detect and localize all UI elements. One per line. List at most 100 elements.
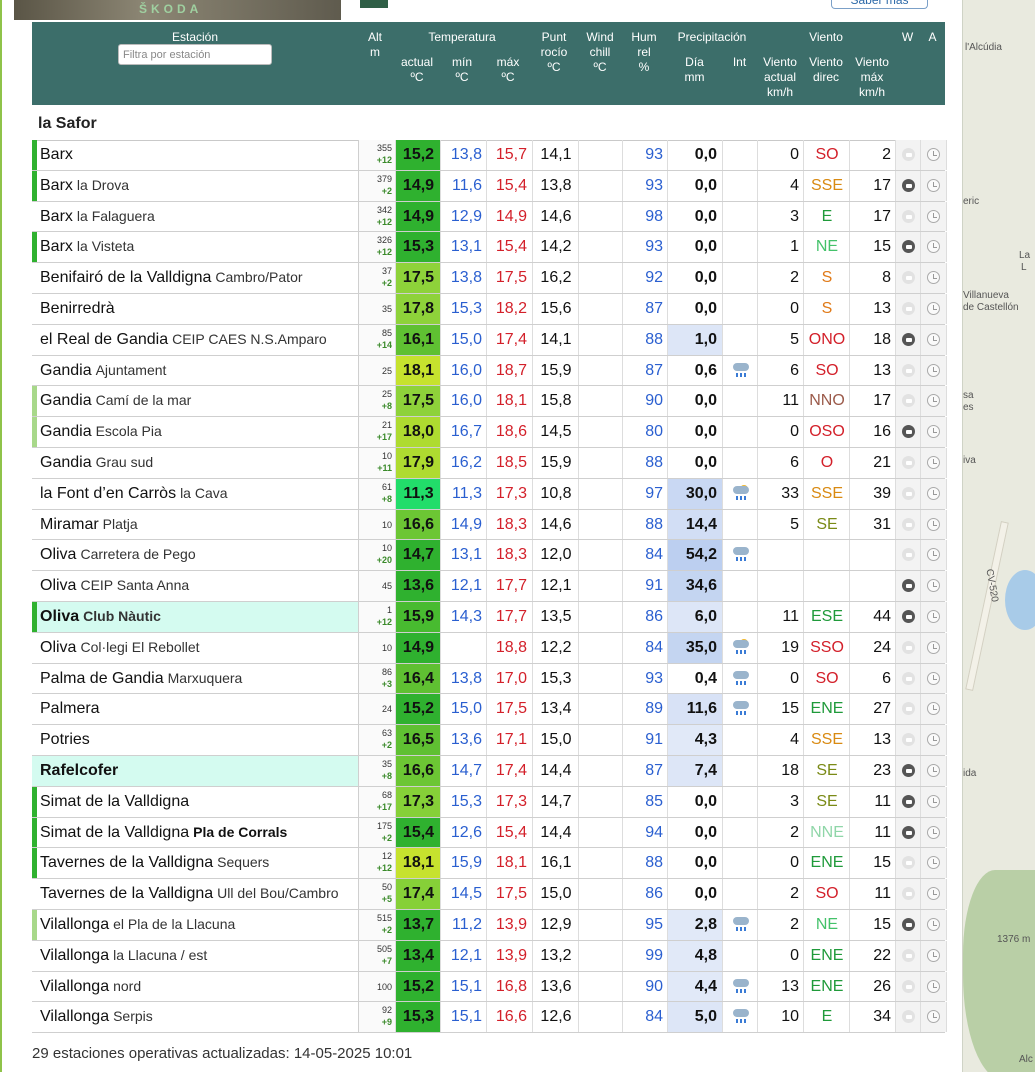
clock-icon[interactable]: [927, 178, 940, 192]
station-link[interactable]: Oliva Carretera de Pego: [40, 546, 196, 564]
station-cell[interactable]: Oliva Club Nàutic: [32, 601, 358, 632]
archive-cell[interactable]: [920, 632, 947, 663]
camera-icon[interactable]: [902, 301, 915, 315]
station-cell[interactable]: Rafelcofer: [32, 755, 358, 786]
table-row[interactable]: Barx la Drova 379 +2 14,9 11,6 15,4 13,8 93 0,0 4 S…: [32, 170, 947, 202]
station-cell[interactable]: Oliva Carretera de Pego: [32, 540, 358, 570]
station-link[interactable]: Gandia Ajuntament: [40, 362, 166, 380]
webcam-cell[interactable]: [895, 817, 921, 848]
archive-cell[interactable]: [920, 201, 947, 232]
table-row[interactable]: Vilallonga la Llacuna / est 505 +7 13,4 12,1 1…: [32, 940, 947, 972]
clock-icon[interactable]: [927, 733, 940, 747]
ad-banner[interactable]: ŠKODA: [14, 0, 341, 20]
camera-icon[interactable]: [902, 763, 915, 777]
ad-more-button[interactable]: Saber más: [831, 0, 928, 9]
camera-icon[interactable]: [902, 178, 915, 192]
table-row[interactable]: Potries 63 +2 16,5 13,6 17,1 15,0 91 4,3 4 SSE 13: [32, 725, 947, 756]
table-row[interactable]: Miramar Platja 10 16,6 14,9 18,3 14,6 88 14,4 5 SE…: [32, 509, 947, 541]
camera-icon[interactable]: [902, 794, 915, 808]
clock-icon[interactable]: [927, 209, 940, 223]
station-cell[interactable]: Vilallonga el Pla de la Llacuna: [32, 909, 358, 940]
webcam-cell[interactable]: [895, 725, 921, 755]
station-cell[interactable]: Potries: [32, 725, 358, 755]
webcam-cell[interactable]: [895, 786, 921, 817]
archive-cell[interactable]: [920, 817, 947, 848]
clock-icon[interactable]: [927, 301, 940, 315]
webcam-cell[interactable]: [895, 324, 921, 355]
webcam-cell[interactable]: [895, 355, 921, 386]
camera-icon[interactable]: [902, 702, 915, 716]
camera-icon[interactable]: [902, 332, 915, 346]
webcam-cell[interactable]: [895, 601, 921, 632]
archive-cell[interactable]: [920, 725, 947, 755]
archive-cell[interactable]: [920, 417, 947, 447]
clock-icon[interactable]: [927, 271, 940, 285]
clock-icon[interactable]: [927, 671, 940, 685]
table-row[interactable]: Gandia Ajuntament 25 18,1 16,0 18,7 15,9 87 0,6 6…: [32, 355, 947, 387]
webcam-cell[interactable]: [895, 263, 921, 293]
archive-cell[interactable]: [920, 509, 947, 540]
archive-cell[interactable]: [920, 540, 947, 571]
clock-icon[interactable]: [927, 517, 940, 531]
station-link[interactable]: la Font d’en Carròs la Cava: [40, 485, 228, 503]
archive-cell[interactable]: [920, 1002, 947, 1033]
station-cell[interactable]: Palmera: [32, 694, 358, 724]
station-link[interactable]: Tavernes de la Valldigna Sequers: [40, 854, 269, 872]
webcam-cell[interactable]: [895, 478, 921, 509]
archive-cell[interactable]: [920, 447, 947, 478]
station-link[interactable]: Tavernes de la Valldigna Ull del Bou/Camb…: [40, 885, 339, 903]
station-link[interactable]: Gandia Grau sud: [40, 454, 153, 472]
camera-icon[interactable]: [902, 455, 915, 469]
webcam-cell[interactable]: [895, 201, 921, 232]
camera-icon[interactable]: [902, 363, 915, 377]
col-alt[interactable]: Alt: [359, 30, 391, 44]
station-cell[interactable]: Tavernes de la Valldigna Sequers: [32, 848, 358, 879]
station-link[interactable]: Vilallonga Serpis: [40, 1008, 153, 1026]
table-row[interactable]: Oliva Col·legi El Rebollet 10 14,9 18,8 12,2 8…: [32, 632, 947, 664]
clock-icon[interactable]: [927, 1010, 940, 1024]
station-link[interactable]: Simat de la Valldigna: [40, 793, 193, 811]
clock-icon[interactable]: [927, 240, 940, 254]
webcam-cell[interactable]: [895, 940, 921, 971]
table-row[interactable]: Oliva Carretera de Pego 10 +20 14,7 13,1 18,3 1…: [32, 540, 947, 572]
camera-icon[interactable]: [902, 733, 915, 747]
station-cell[interactable]: Gandia Camí de la mar: [32, 386, 358, 417]
camera-icon[interactable]: [902, 979, 915, 993]
webcam-cell[interactable]: [895, 879, 921, 909]
webcam-cell[interactable]: [895, 417, 921, 447]
station-link[interactable]: Benirredrà: [40, 300, 119, 318]
archive-cell[interactable]: [920, 755, 947, 786]
table-row[interactable]: Benirredrà 35 17,8 15,3 18,2 15,6 87 0,0 0 S 13: [32, 293, 947, 325]
clock-icon[interactable]: [927, 917, 940, 931]
station-cell[interactable]: Barx la Drova: [32, 170, 358, 201]
archive-cell[interactable]: [920, 355, 947, 386]
camera-icon[interactable]: [902, 671, 915, 685]
webcam-cell[interactable]: [895, 632, 921, 663]
webcam-cell[interactable]: [895, 386, 921, 417]
station-cell[interactable]: Barx la Visteta: [32, 232, 358, 263]
clock-icon[interactable]: [927, 486, 940, 500]
webcam-cell[interactable]: [895, 447, 921, 478]
station-cell[interactable]: Barx la Falaguera: [32, 202, 358, 232]
station-cell[interactable]: Vilallonga Serpis: [32, 1002, 358, 1032]
station-cell[interactable]: Gandia Ajuntament: [32, 356, 358, 386]
station-cell[interactable]: Gandia Grau sud: [32, 448, 358, 478]
webcam-cell[interactable]: [895, 694, 921, 725]
webcam-cell[interactable]: [895, 509, 921, 540]
station-link[interactable]: Gandia Escola Pia: [40, 423, 162, 441]
station-link[interactable]: Oliva Club Nàutic: [40, 608, 161, 626]
station-filter-input[interactable]: [118, 44, 272, 65]
camera-icon[interactable]: [902, 548, 915, 562]
col-t-actual[interactable]: actual: [395, 55, 439, 69]
station-cell[interactable]: Tavernes de la Valldigna Ull del Bou/Camb…: [32, 879, 358, 909]
table-row[interactable]: Simat de la Valldigna 68 +17 17,3 15,3 17,3 14…: [32, 786, 947, 818]
col-wind-max[interactable]: Viento: [849, 55, 895, 69]
station-link[interactable]: Palma de Gandia Marxuquera: [40, 670, 242, 688]
clock-icon[interactable]: [927, 825, 940, 839]
archive-cell[interactable]: [920, 386, 947, 417]
table-row[interactable]: Gandia Grau sud 10 +11 17,9 16,2 18,5 15,9 88 0,0…: [32, 447, 947, 479]
station-cell[interactable]: Miramar Platja: [32, 510, 358, 540]
clock-icon[interactable]: [927, 579, 940, 593]
archive-cell[interactable]: [920, 232, 947, 263]
station-cell[interactable]: Oliva CEIP Santa Anna: [32, 571, 358, 601]
